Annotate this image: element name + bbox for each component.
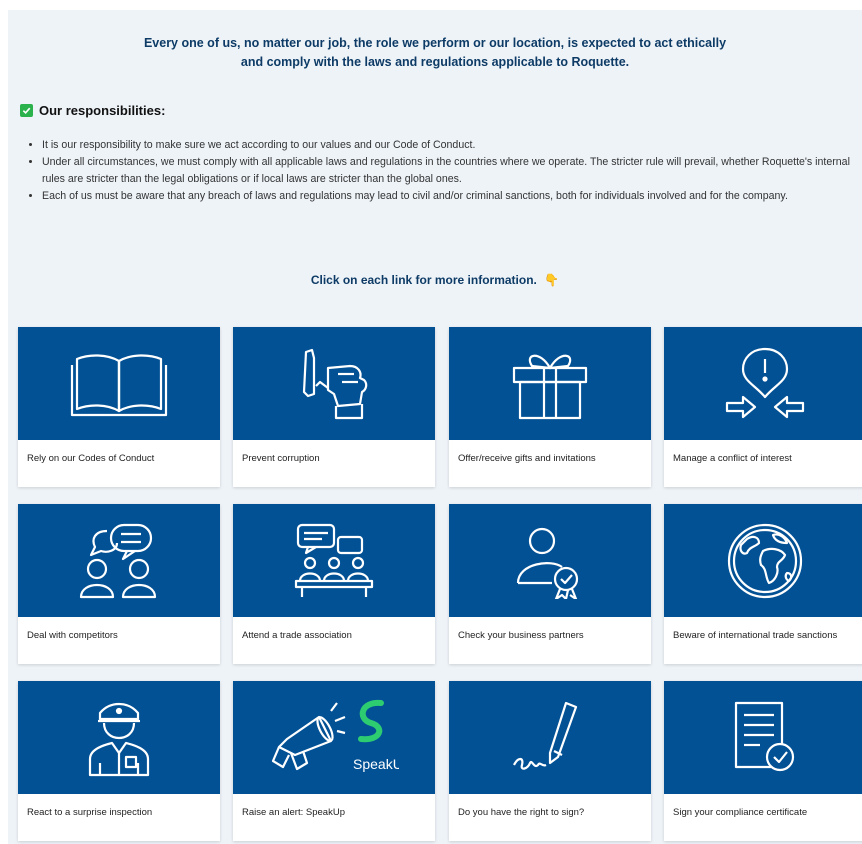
card-label: Rely on our Codes of Conduct — [27, 453, 155, 464]
two-people-chat-icon — [79, 523, 157, 598]
click-info: Click on each link for more information.… — [8, 273, 862, 287]
responsibilities-title: Our responsibilities: — [39, 103, 166, 118]
card-image — [449, 681, 651, 794]
card-label: Beware of international trade sanctions — [673, 630, 838, 641]
card-image — [449, 327, 651, 440]
card-image — [18, 681, 220, 794]
meeting-group-icon — [294, 523, 374, 597]
card-image — [664, 327, 862, 440]
card-competitors[interactable]: Deal with competitors — [18, 504, 220, 664]
card-prevent-corruption[interactable]: Prevent corruption — [233, 327, 435, 487]
card-image — [664, 681, 862, 794]
card-image — [664, 504, 862, 617]
globe-icon — [727, 523, 803, 598]
card-surprise-inspection[interactable]: React to a surprise inspection — [18, 681, 220, 841]
card-label: React to a surprise inspection — [27, 807, 153, 818]
card-image: SpeakUp — [233, 681, 435, 794]
conflict-arrows-icon — [725, 347, 805, 418]
card-speakup[interactable]: SpeakUp Raise an alert: SpeakUp — [233, 681, 435, 841]
card-image — [233, 504, 435, 617]
responsibilities-heading: Our responsibilities: — [20, 103, 165, 118]
list-item: It is our responsibility to make sure we… — [42, 137, 862, 154]
card-gifts-invitations[interactable]: Offer/receive gifts and invitations — [449, 327, 651, 487]
card-compliance-certificate[interactable]: Sign your compliance certificate — [664, 681, 862, 841]
open-book-icon — [70, 353, 168, 416]
card-label: Sign your compliance certificate — [673, 807, 808, 818]
card-right-to-sign[interactable]: Do you have the right to sign? — [449, 681, 651, 841]
list-item: Each of us must be aware that any breach… — [42, 188, 862, 205]
verified-person-icon — [516, 527, 579, 599]
card-trade-sanctions[interactable]: Beware of international trade sanctions — [664, 504, 862, 664]
card-business-partners[interactable]: Check your business partners — [449, 504, 651, 664]
card-trade-association[interactable]: Attend a trade association — [233, 504, 435, 664]
click-info-text: Click on each link for more information. — [310, 273, 537, 287]
card-label: Attend a trade association — [242, 630, 352, 641]
refuse-hand-icon — [302, 348, 368, 419]
card-image — [18, 504, 220, 617]
card-image — [233, 327, 435, 440]
signature-pen-icon — [513, 701, 578, 770]
card-label: Offer/receive gifts and invitations — [458, 453, 596, 464]
intro-text: Every one of us, no matter our job, the … — [8, 34, 862, 72]
card-label: Do you have the right to sign? — [458, 807, 585, 818]
card-label: Check your business partners — [458, 630, 584, 641]
card-conflict-interest[interactable]: Manage a conflict of interest — [664, 327, 862, 487]
card-image — [449, 504, 651, 617]
speakup-logo-text: SpeakUp — [353, 756, 399, 772]
card-label: Prevent corruption — [242, 453, 320, 464]
card-codes-of-conduct[interactable]: Rely on our Codes of Conduct — [18, 327, 220, 487]
responsibilities-list: It is our responsibility to make sure we… — [28, 137, 862, 205]
certificate-icon — [734, 701, 795, 771]
intro-line-1: Every one of us, no matter our job, the … — [143, 36, 727, 50]
megaphone-speakup-icon: SpeakUp — [271, 699, 399, 772]
card-image — [18, 327, 220, 440]
card-label: Deal with competitors — [27, 630, 118, 641]
police-officer-icon — [88, 702, 150, 776]
card-label: Raise an alert: SpeakUp — [242, 807, 345, 818]
gift-icon — [512, 354, 588, 419]
list-item: Under all circumstances, we must comply … — [42, 154, 862, 188]
checkbox-icon — [20, 104, 33, 117]
page-background: Every one of us, no matter our job, the … — [8, 10, 862, 844]
pointing-down-icon: 👇 — [544, 273, 560, 287]
card-label: Manage a conflict of interest — [673, 453, 792, 464]
intro-line-2: and comply with the laws and regulations… — [240, 55, 630, 69]
